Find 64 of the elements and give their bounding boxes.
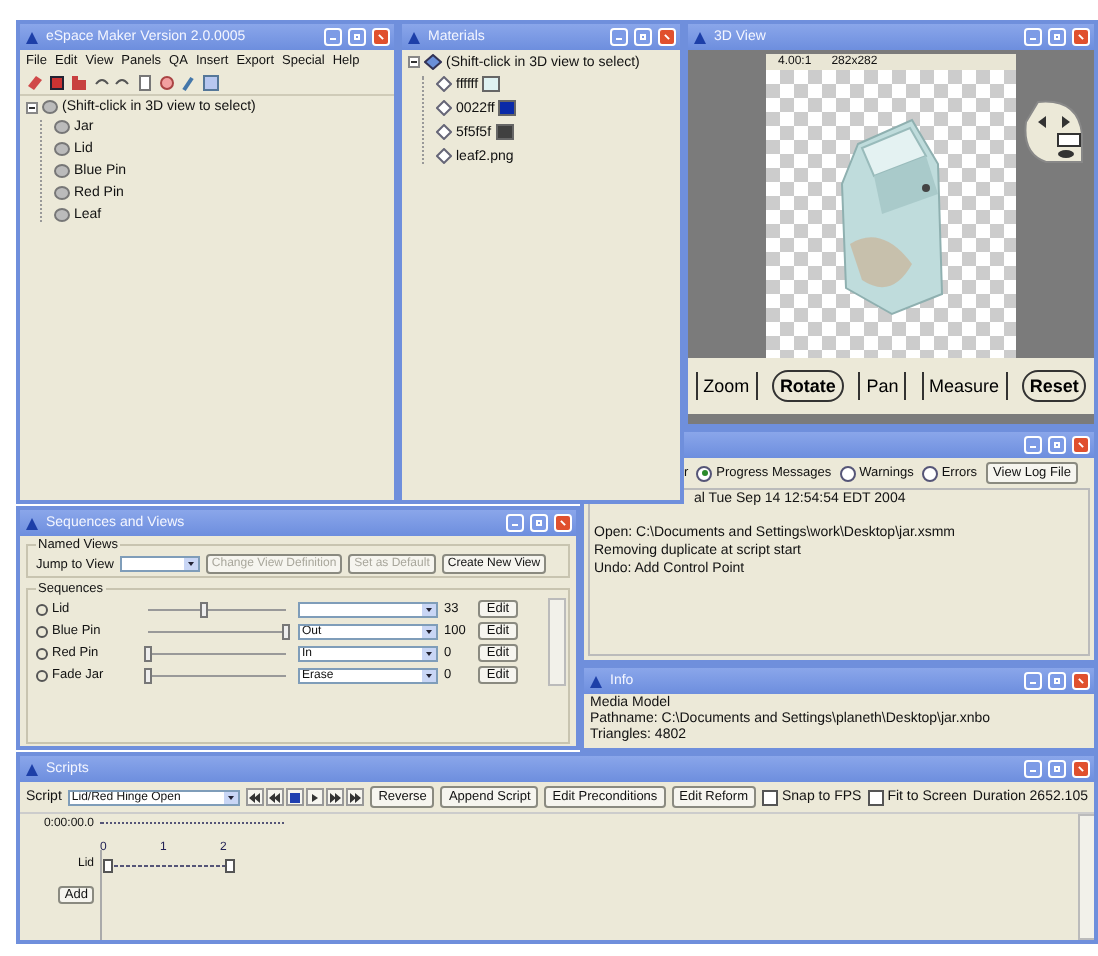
maximize-button[interactable] (1048, 672, 1066, 690)
close-button[interactable] (1072, 436, 1090, 454)
dropdown-arrow-icon[interactable] (422, 625, 436, 637)
app-icon (24, 515, 40, 531)
close-button[interactable] (1072, 672, 1090, 690)
maximize-button[interactable] (1048, 760, 1066, 778)
close-button[interactable] (1072, 760, 1090, 778)
minimize-button[interactable] (506, 514, 524, 532)
collapse-icon[interactable] (26, 101, 38, 113)
app-icon (24, 761, 40, 777)
maximize-button[interactable] (1048, 28, 1066, 46)
document-icon[interactable] (136, 74, 154, 92)
minimize-button[interactable] (324, 28, 342, 46)
dropdown-arrow-icon[interactable] (422, 669, 436, 681)
node-icon (42, 100, 58, 114)
minimize-button[interactable] (1024, 760, 1042, 778)
app-icon (24, 29, 40, 45)
grid-icon[interactable] (202, 74, 220, 92)
scrollbar[interactable] (548, 598, 566, 686)
circle-icon (36, 669, 48, 681)
measure-tool[interactable]: Measure (921, 372, 1008, 400)
app-icon (406, 29, 422, 45)
folder-icon[interactable] (70, 74, 88, 92)
close-button[interactable] (1072, 28, 1090, 46)
circle-icon (36, 625, 48, 637)
node-icon (54, 186, 70, 200)
dropdown-arrow-icon[interactable] (224, 791, 239, 803)
node-icon (54, 164, 70, 178)
maximize-button[interactable] (348, 28, 366, 46)
circle-icon (36, 603, 48, 615)
eraser-icon[interactable] (26, 74, 44, 92)
skip-start-icon[interactable] (246, 788, 265, 806)
reset-tool[interactable]: Reset (1021, 370, 1087, 402)
fast-forward-icon[interactable] (326, 788, 345, 806)
maximize-button[interactable] (530, 514, 548, 532)
app-icon (588, 673, 604, 689)
circle-icon (36, 647, 48, 659)
minimize-button[interactable] (610, 28, 628, 46)
rewind-icon[interactable] (266, 788, 285, 806)
navigator-drawing[interactable] (1018, 98, 1086, 166)
minimize-button[interactable] (1024, 672, 1042, 690)
scrollbar[interactable] (1078, 814, 1094, 940)
collapse-icon[interactable] (408, 56, 420, 68)
maximize-button[interactable] (1048, 436, 1066, 454)
stop-icon[interactable] (286, 788, 305, 806)
dropdown-arrow-icon[interactable] (422, 647, 436, 659)
minimize-button[interactable] (1024, 436, 1042, 454)
node-icon (54, 142, 70, 156)
play-icon[interactable] (306, 788, 325, 806)
node-icon (54, 120, 70, 134)
dropdown-arrow-icon[interactable] (422, 603, 436, 615)
dropdown-arrow-icon[interactable] (183, 558, 198, 570)
skip-end-icon[interactable] (346, 788, 365, 806)
film-icon[interactable] (48, 74, 66, 92)
close-button[interactable] (658, 28, 676, 46)
pan-tool[interactable]: Pan (858, 372, 907, 400)
minimize-button[interactable] (1024, 28, 1042, 46)
close-button[interactable] (554, 514, 572, 532)
close-button[interactable] (372, 28, 390, 46)
maximize-button[interactable] (634, 28, 652, 46)
zoom-tool[interactable]: Zoom (695, 372, 758, 400)
node-icon (54, 208, 70, 222)
app-icon (692, 29, 708, 45)
rotate-tool[interactable]: Rotate (771, 370, 844, 402)
